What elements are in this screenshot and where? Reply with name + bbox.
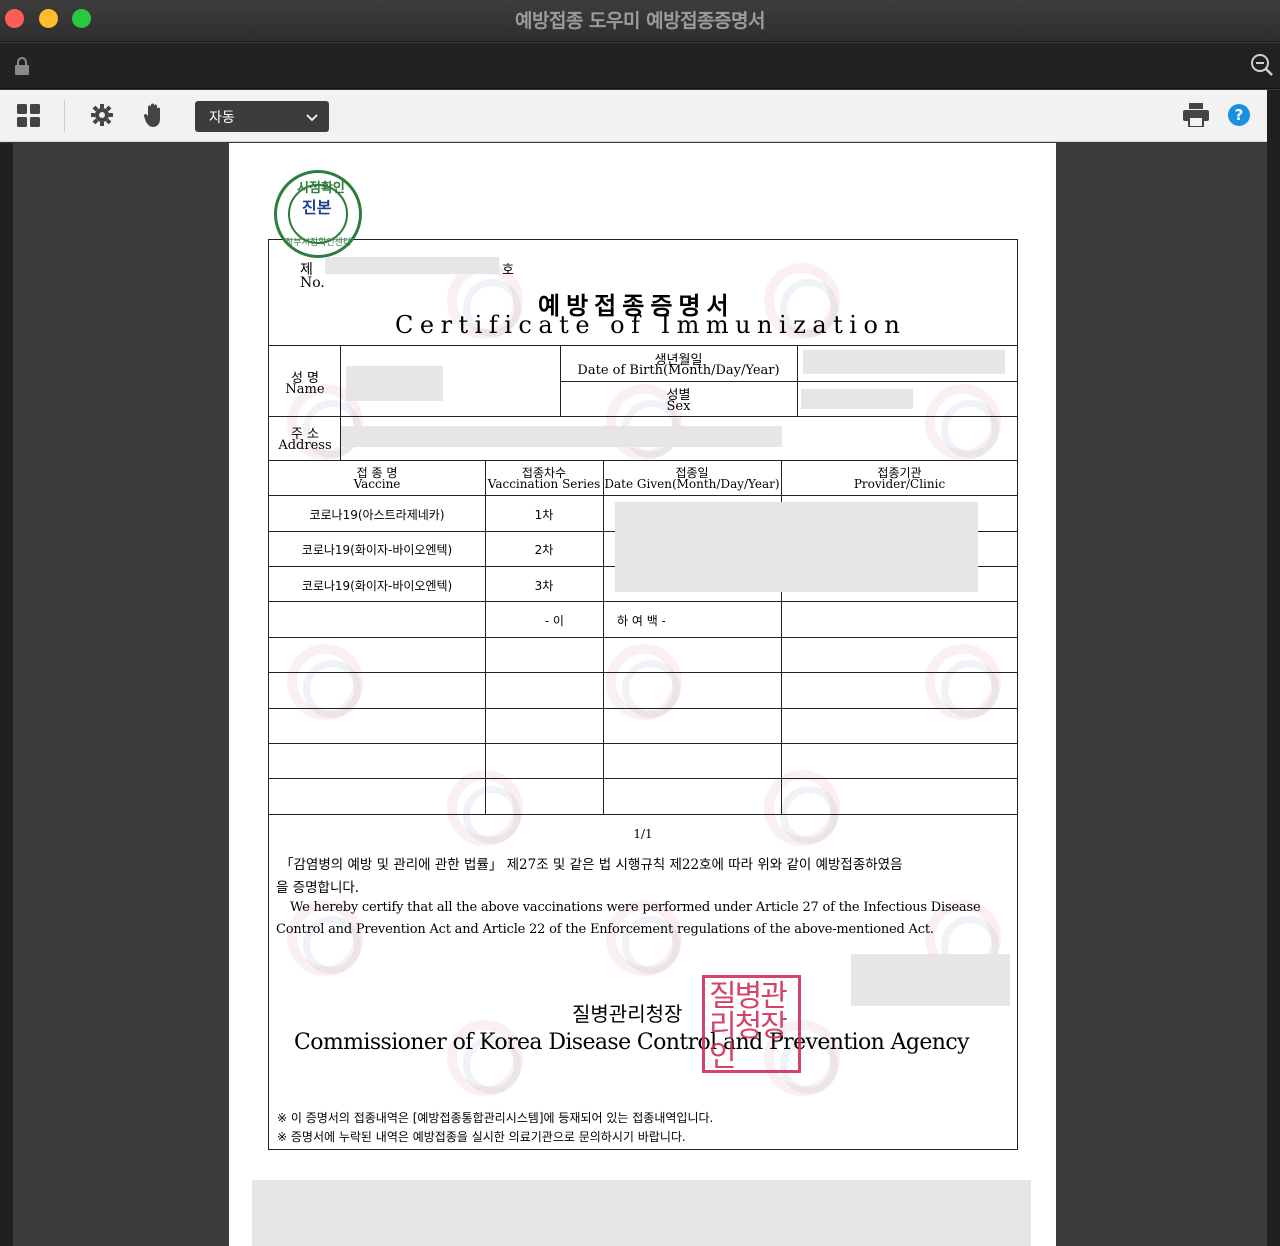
- form-line: [603, 460, 604, 814]
- zoom-out-icon[interactable]: [1250, 53, 1274, 81]
- form-line: [268, 460, 1018, 461]
- form-line: [268, 672, 1018, 673]
- form-line: [268, 708, 1018, 709]
- official-seal: 질병관리청장인: [702, 975, 801, 1073]
- window-title: 예방접종 도우미 예방접종증명서: [515, 10, 765, 32]
- column-header-series-en: Vaccination Series: [487, 477, 601, 491]
- name-label-en: Name: [285, 382, 325, 397]
- printer-icon[interactable]: [1183, 103, 1209, 131]
- cert-no-en: No.: [300, 275, 325, 291]
- form-line: [268, 495, 1018, 496]
- zoom-select-value: 자동: [209, 110, 235, 126]
- zoom-select[interactable]: 자동: [195, 101, 329, 132]
- form-line: [268, 814, 1018, 815]
- column-header-vaccine-en: Vaccine: [353, 477, 401, 491]
- svg-text:?: ?: [1235, 106, 1244, 124]
- form-line: [797, 345, 798, 416]
- redacted-footer: [252, 1180, 1031, 1246]
- dob-label-en: Date of Birth(Month/Day/Year): [577, 363, 780, 378]
- form-line: [268, 778, 1018, 779]
- redacted-number: [325, 257, 499, 274]
- hand-icon[interactable]: [142, 102, 166, 132]
- form-line: [268, 637, 1018, 638]
- redacted-sex: [801, 389, 913, 409]
- statement-ko: 「감염병의 예방 및 관리에 관한 법률」 제27조 및 같은 법 시행규칙 제…: [280, 857, 903, 873]
- viewer-toolbar: 자동 ?: [0, 90, 1280, 142]
- page-number: 1/1: [633, 827, 653, 841]
- help-icon[interactable]: ?: [1227, 103, 1251, 131]
- table-row-series: 3차: [534, 579, 554, 593]
- redacted-dob: [803, 350, 1005, 374]
- form-line: [268, 601, 1018, 602]
- certification-stamp: 시점확인 진본 정부시점확인센터: [274, 170, 362, 258]
- issuer-en: Commissioner of Korea Disease Control an…: [294, 1030, 970, 1055]
- redacted-dates-providers: [615, 502, 978, 592]
- blank-marker: - 이: [545, 614, 564, 628]
- blank-marker: 하 여 백 -: [617, 614, 666, 628]
- table-row-vaccine: 코로나19(화이자-바이오엔텍): [301, 579, 453, 593]
- title-bar: 예방접종 도우미 예방접종증명서: [0, 0, 1280, 42]
- table-row-series: 1차: [534, 508, 554, 522]
- statement-ko: 을 증명합니다.: [276, 880, 360, 896]
- footnote: ※ 증명서에 누락된 내역은 예방접종을 실시한 의료기관으로 문의하시기 바랍…: [277, 1130, 686, 1144]
- sex-label-en: Sex: [666, 399, 691, 414]
- viewer-left-edge: [0, 143, 13, 1246]
- statement-en: We hereby certify that all the above vac…: [290, 900, 981, 915]
- form-line: [560, 381, 1018, 382]
- column-header-date-en: Date Given(Month/Day/Year): [604, 477, 780, 491]
- chevron-down-icon: [306, 110, 318, 126]
- gear-icon[interactable]: [90, 103, 114, 131]
- redacted-date: [851, 954, 1010, 1006]
- grid-icon[interactable]: [17, 104, 41, 132]
- footnote: ※ 이 증명서의 접종내역은 [예방접종통합관리시스템]에 등재되어 있는 접종…: [277, 1111, 714, 1125]
- redacted-address: [341, 426, 782, 447]
- lock-icon: [14, 57, 30, 79]
- cert-title-en: Certificate of Immunization: [395, 311, 907, 339]
- column-header-provider-en: Provider/Clinic: [853, 477, 946, 491]
- address-bar: [0, 43, 1280, 89]
- statement-en: Control and Prevention Act and Article 2…: [276, 922, 934, 937]
- toolbar-divider: [64, 100, 65, 132]
- cert-no-suffix: 호: [502, 263, 514, 278]
- table-row-vaccine: 코로나19(화이자-바이오엔텍): [301, 543, 453, 557]
- viewer-scrollbar[interactable]: [1267, 90, 1280, 1246]
- seal-text: 질병관리청장인: [709, 979, 788, 1074]
- form-line: [268, 345, 1018, 346]
- form-line: [268, 743, 1018, 744]
- issuer-ko: 질병관리청장: [572, 1002, 683, 1026]
- table-row-series: 2차: [534, 543, 554, 557]
- address-label-en: Address: [278, 438, 332, 453]
- table-row-vaccine: 코로나19(아스트라제네카): [309, 508, 445, 522]
- form-line: [268, 416, 1018, 417]
- redacted-name: [346, 366, 443, 401]
